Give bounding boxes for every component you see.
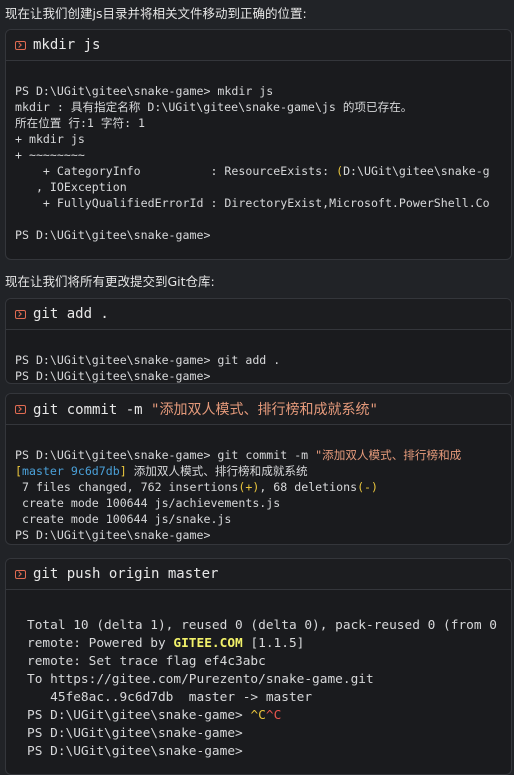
output-text: PS D:\UGit\gitee\snake-game> git commit … xyxy=(15,448,316,462)
output-text: D:\UGit\gitee\snake-g xyxy=(343,164,490,178)
output-line: PS D:\UGit\gitee\snake-game> xyxy=(27,726,243,741)
output-line: + CategoryInfo : ResourceExists: (D:\UGi… xyxy=(15,163,503,179)
output-text: 7 files changed, 762 insertions xyxy=(15,480,239,494)
output-line: PS D:\UGit\gitee\snake-game> xyxy=(27,744,243,759)
output-line: mkdir : 具有指定名称 D:\UGit\gitee\snake-game\… xyxy=(15,100,413,114)
interrupt-mark: ^C xyxy=(250,708,266,723)
terminal-icon xyxy=(15,40,26,50)
output-line: PS D:\UGit\gitee\snake-game> xyxy=(15,528,211,542)
output-line: PS D:\UGit\gitee\snake-game> xyxy=(15,228,211,242)
output-line: PS D:\UGit\gitee\snake-game> mkdir js xyxy=(15,84,274,98)
bracket: ] xyxy=(119,464,127,478)
output-text: 添加双人模式、排行榜和成就系统 xyxy=(126,464,308,478)
output-line: , IOException xyxy=(15,180,127,194)
command-title: mkdir js xyxy=(33,37,101,53)
output-line: + ~~~~~~~~ xyxy=(15,148,85,162)
output-text: + CategoryInfo : ResourceExists: xyxy=(15,164,337,178)
output-text: PS D:\UGit\gitee\snake-game> xyxy=(27,708,251,723)
terminal-output: PS D:\UGit\gitee\snake-game> git add . PS… xyxy=(6,330,511,383)
output-line: create mode 100644 js/achievements.js xyxy=(15,496,281,510)
output-line: 45fe8ac..9c6d7db master -> master xyxy=(27,690,313,705)
output-line: 7 files changed, 762 insertions(+), 68 d… xyxy=(15,479,503,495)
terminal-card-header[interactable]: mkdir js xyxy=(6,30,511,61)
insertions-mark: (+) xyxy=(238,480,260,494)
terminal-icon xyxy=(15,569,26,579)
output-line: PS D:\UGit\gitee\snake-game> ^C^C xyxy=(27,707,503,725)
deletions-mark: (-) xyxy=(357,480,379,494)
output-line: 所在位置 行:1 字符: 1 xyxy=(15,116,146,130)
terminal-output: Total 10 (delta 1), reused 0 (delta 0), … xyxy=(6,590,511,769)
output-line: [master 9c6d7db] 添加双人模式、排行榜和成就系统 xyxy=(15,463,503,479)
terminal-card-mkdir: mkdir js PS D:\UGit\gitee\snake-game> mk… xyxy=(5,29,512,260)
command-title: git add . xyxy=(33,306,109,322)
command-title: git push origin master xyxy=(33,566,219,582)
interrupt-mark: ^C xyxy=(265,708,282,723)
terminal-card-header[interactable]: git push origin master xyxy=(6,559,511,590)
output-line: PS D:\UGit\gitee\snake-game> git add . xyxy=(15,353,281,367)
output-text: , 68 deletions xyxy=(259,480,358,494)
assistant-note-mkdir: 现在让我们创建js目录并将相关文件移动到正确的位置: xyxy=(5,6,307,21)
output-line: + mkdir js xyxy=(15,132,85,146)
output-line: remote: Powered by GITEE.COM [1.1.5] xyxy=(27,635,503,653)
command-text: git commit -m xyxy=(33,402,152,418)
terminal-card-git-add: git add . PS D:\UGit\gitee\snake-game> g… xyxy=(5,298,512,384)
command-title: git commit -m "添加双人模式、排行榜和成就系统" xyxy=(33,399,378,419)
commit-message-echo: "添加双人模式、排行榜和成 xyxy=(315,448,462,462)
terminal-card-git-commit: git commit -m "添加双人模式、排行榜和成就系统" PS D:\UG… xyxy=(5,393,512,545)
terminal-output: PS D:\UGit\gitee\snake-game> git commit … xyxy=(6,425,511,544)
terminal-icon xyxy=(15,309,26,319)
output-line: + FullyQualifiedErrorId : DirectoryExist… xyxy=(15,196,490,210)
output-line: create mode 100644 js/snake.js xyxy=(15,512,232,526)
output-line: remote: Set trace flag ef4c3abc xyxy=(27,654,266,669)
terminal-output: PS D:\UGit\gitee\snake-game> mkdir js mkd… xyxy=(6,61,511,251)
commit-hash: 9c6d7db xyxy=(70,464,120,478)
output-line: Total 10 (delta 1), reused 0 (delta 0), … xyxy=(27,618,497,633)
gitee-brand: GITEE.COM xyxy=(173,636,243,651)
terminal-card-header[interactable]: git add . xyxy=(6,299,511,330)
output-line: PS D:\UGit\gitee\snake-game> xyxy=(15,369,211,383)
output-line: PS D:\UGit\gitee\snake-game> git commit … xyxy=(15,447,503,463)
output-text: [1.1.5] xyxy=(242,636,305,651)
branch-name: master xyxy=(21,464,64,478)
terminal-card-git-push: git push origin master Total 10 (delta 1… xyxy=(5,558,512,775)
output-text: remote: Powered by xyxy=(27,636,174,651)
commit-message: "添加双人模式、排行榜和成就系统" xyxy=(151,402,378,418)
terminal-icon xyxy=(15,404,26,414)
terminal-card-header[interactable]: git commit -m "添加双人模式、排行榜和成就系统" xyxy=(6,394,511,425)
bracket: [ xyxy=(15,464,22,478)
assistant-note-commit: 现在让我们将所有更改提交到Git仓库: xyxy=(5,274,215,289)
output-line: To https://gitee.com/Purezento/snake-gam… xyxy=(27,672,374,687)
